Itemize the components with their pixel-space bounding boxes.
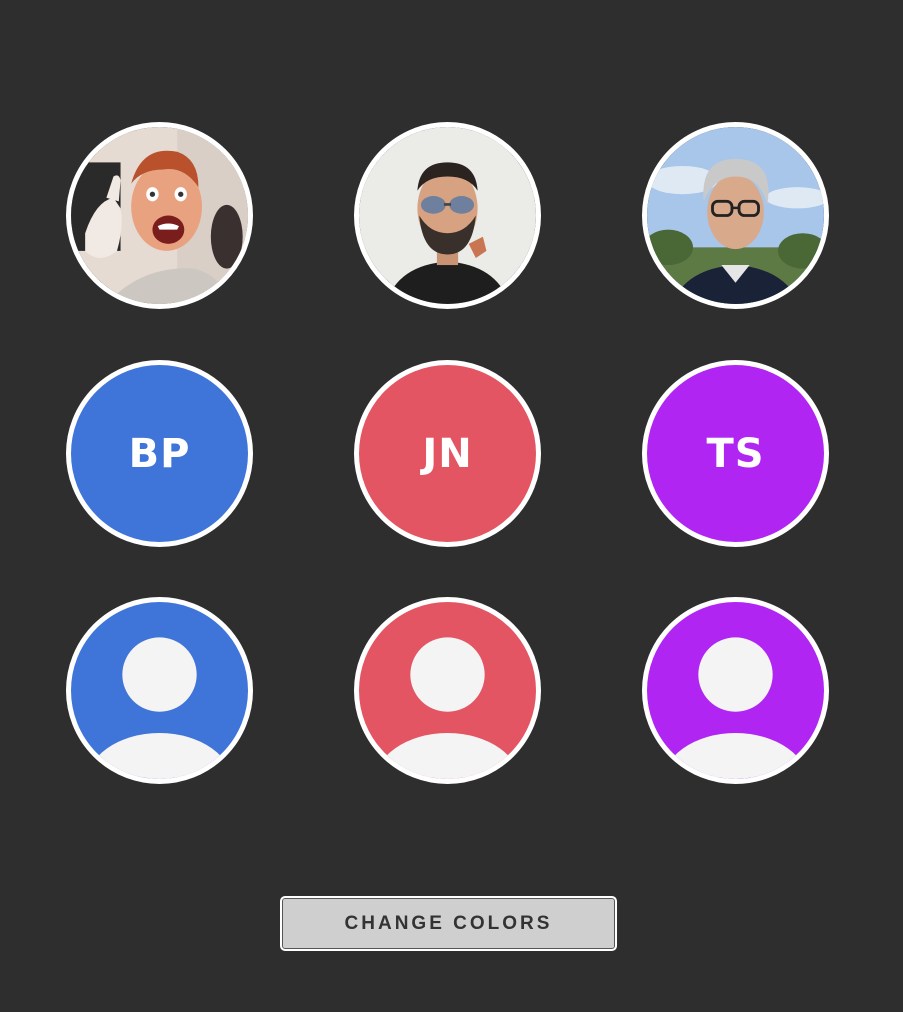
change-colors-button[interactable]: CHANGE COLORS xyxy=(280,896,617,951)
photo-bearded-man xyxy=(359,127,536,304)
avatar-placeholder-purple xyxy=(642,597,829,784)
avatar-grid: BP JN TS CHANGE COLORS xyxy=(0,0,903,1012)
photo-older-man xyxy=(647,127,824,304)
avatar-placeholder-blue xyxy=(66,597,253,784)
person-icon xyxy=(85,637,234,779)
avatar-photo-1 xyxy=(66,122,253,309)
avatar-initials-ts: TS xyxy=(642,360,829,547)
avatar-initials-bp: BP xyxy=(66,360,253,547)
avatar-photo-3 xyxy=(642,122,829,309)
avatar-initials-text: TS xyxy=(706,430,765,477)
avatar-photo-2 xyxy=(354,122,541,309)
avatar-initials-jn: JN xyxy=(354,360,541,547)
photo-excited-man xyxy=(71,127,248,304)
person-icon xyxy=(661,637,810,779)
avatar-initials-text: JN xyxy=(422,430,473,477)
avatar-initials-text: BP xyxy=(128,430,191,477)
avatar-placeholder-red xyxy=(354,597,541,784)
person-icon xyxy=(373,637,522,779)
